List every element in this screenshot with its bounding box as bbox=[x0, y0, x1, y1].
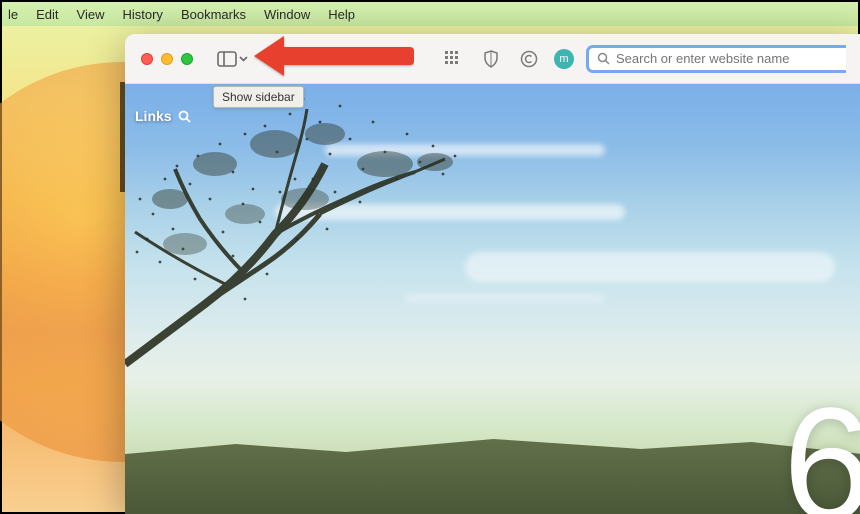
icloud-tabs-button[interactable] bbox=[516, 46, 542, 72]
menu-window[interactable]: Window bbox=[264, 7, 310, 22]
menu-file[interactable]: le bbox=[8, 7, 18, 22]
zoom-button[interactable] bbox=[181, 53, 193, 65]
grid-icon bbox=[445, 51, 461, 67]
magnifier-icon bbox=[178, 110, 191, 123]
menu-bookmarks[interactable]: Bookmarks bbox=[181, 7, 246, 22]
tree-silhouette bbox=[125, 84, 860, 514]
address-search-field[interactable] bbox=[586, 45, 846, 73]
menu-help[interactable]: Help bbox=[328, 7, 355, 22]
circle-c-icon bbox=[520, 50, 538, 68]
close-button[interactable] bbox=[141, 53, 153, 65]
safari-window: m Show sidebar bbox=[125, 34, 860, 514]
minimize-button[interactable] bbox=[161, 53, 173, 65]
profile-button[interactable]: m bbox=[554, 49, 574, 69]
start-page-content: Links 6 bbox=[125, 84, 860, 514]
tooltip: Show sidebar bbox=[213, 86, 304, 108]
system-menubar: le Edit View History Bookmarks Window He… bbox=[2, 2, 858, 26]
shield-icon bbox=[483, 50, 499, 68]
privacy-report-button[interactable] bbox=[478, 46, 504, 72]
chevron-down-icon bbox=[239, 56, 248, 62]
menu-view[interactable]: View bbox=[77, 7, 105, 22]
links-section[interactable]: Links bbox=[135, 108, 191, 124]
sidebar-icon bbox=[217, 51, 237, 67]
weather-temperature: 6 bbox=[783, 384, 860, 514]
links-label-text: Links bbox=[135, 108, 172, 124]
menu-edit[interactable]: Edit bbox=[36, 7, 58, 22]
search-icon bbox=[597, 52, 610, 65]
search-input[interactable] bbox=[616, 51, 838, 66]
show-sidebar-button[interactable] bbox=[217, 51, 248, 67]
browser-toolbar: m bbox=[125, 34, 860, 84]
menu-history[interactable]: History bbox=[122, 7, 162, 22]
profile-initial: m bbox=[559, 53, 568, 65]
start-page-grid-button[interactable] bbox=[440, 46, 466, 72]
window-controls bbox=[141, 53, 193, 65]
